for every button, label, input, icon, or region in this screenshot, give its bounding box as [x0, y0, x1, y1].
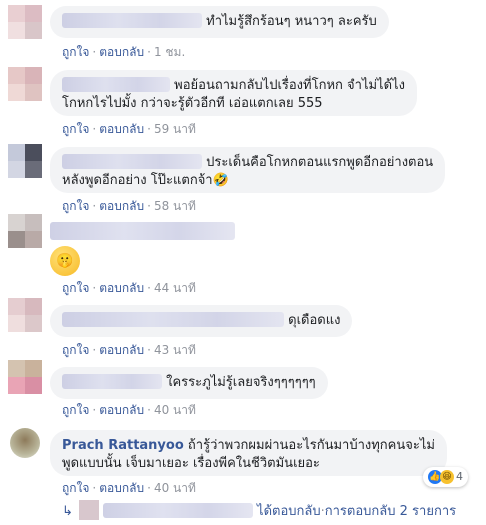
blurred-author-name[interactable]: [62, 13, 202, 28]
reaction-summary[interactable]: 👍 😆 4: [423, 467, 468, 487]
comment-actions: ถูกใจ · ตอบกลับ · 44 นาที: [62, 279, 196, 298]
separator: ·: [147, 45, 151, 59]
blurred-author-name[interactable]: [62, 312, 284, 327]
comment-bubble: Prach Rattanyoo ถ้ารู้ว่าพวกผมผ่านอะไรกั…: [50, 430, 447, 476]
avatar[interactable]: [8, 360, 42, 394]
separator: ·: [92, 199, 97, 213]
shushing-face-emoji-icon: 🤫: [50, 246, 80, 276]
separator: ·: [92, 122, 97, 136]
comment-bubble: [50, 222, 235, 242]
separator: ·: [92, 281, 97, 295]
separator: ·: [147, 281, 151, 295]
reply-link[interactable]: ตอบกลับ: [99, 281, 144, 295]
like-link[interactable]: ถูกใจ: [62, 481, 89, 495]
reaction-count: 4: [456, 470, 463, 483]
reply-arrow-icon: ↳: [62, 504, 73, 519]
reply-link[interactable]: ตอบกลับ: [99, 122, 144, 136]
comment-bubble: ทำไมรู้สึกร้อนๆ หนาวๆ ละครับ: [50, 6, 389, 38]
timestamp[interactable]: 1 ชม.: [154, 45, 185, 59]
comment-actions: ถูกใจ · ตอบกลับ · 58 นาที: [62, 197, 196, 216]
separator: ·: [147, 343, 151, 357]
avatar[interactable]: [8, 67, 42, 101]
like-link[interactable]: ถูกใจ: [62, 122, 89, 136]
comment-bubble: พอย้อนถามกลับไปเรื่องที่โกหก จำไม่ได้ไง …: [50, 70, 417, 116]
like-link[interactable]: ถูกใจ: [62, 281, 89, 295]
comment-bubble: ใครระภูไม่รู้เลยจริงๆๆๆๆๆๆ: [50, 367, 328, 399]
comment-bubble: ดุเดือดแง: [50, 305, 353, 337]
like-link[interactable]: ถูกใจ: [62, 403, 89, 417]
comment-text: ทำไมรู้สึกร้อนๆ หนาวๆ ละครับ: [206, 14, 377, 29]
comment-text: ใครระภูไม่รู้เลยจริงๆๆๆๆๆๆ: [166, 375, 316, 390]
timestamp[interactable]: 40 นาที: [154, 403, 196, 417]
comment-actions: ถูกใจ · ตอบกลับ · 40 นาที: [62, 479, 196, 498]
timestamp[interactable]: 59 นาที: [154, 122, 196, 136]
separator: ·: [92, 343, 97, 357]
comment-text-line1: ถ้ารู้ว่าพวกผมผ่านอะไรกันมาบ้างทุกคนจะไม…: [187, 438, 435, 453]
comment-text-line2: พูดแบบนั้น เจ็บมาเยอะ เรื่องพีคในชีวิตมั…: [62, 456, 320, 471]
replier-avatar: [78, 500, 99, 520]
timestamp[interactable]: 43 นาที: [154, 343, 196, 357]
comment-actions: ถูกใจ · ตอบกลับ · 43 นาที: [62, 341, 196, 360]
comment-text-line2: โกหกไรไปมั้ง กว่าจะรู้ตัวอีกที เอ่อแตกเล…: [62, 96, 323, 111]
blurred-author-name[interactable]: [62, 154, 202, 169]
comment-actions: ถูกใจ · ตอบกลับ · 40 นาที: [62, 401, 196, 420]
view-replies-link[interactable]: ↳ ได้ตอบกลับ·การตอบกลับ 2 รายการ: [62, 500, 456, 521]
rofl-emoji-icon: 🤣: [212, 173, 229, 188]
separator: ·: [147, 122, 151, 136]
like-link[interactable]: ถูกใจ: [62, 45, 89, 59]
separator: ·: [147, 199, 151, 213]
separator: ·: [147, 481, 151, 495]
comment-text-line2: หลังพูดอีกอย่าง โป๊ะแตกจ้า: [62, 173, 213, 188]
avatar[interactable]: [8, 144, 42, 178]
reply-link[interactable]: ตอบกลับ: [99, 45, 144, 59]
replied-label: ได้ตอบกลับ: [257, 504, 321, 519]
like-link[interactable]: ถูกใจ: [62, 199, 89, 213]
reply-link[interactable]: ตอบกลับ: [99, 199, 144, 213]
blurred-replier-name: [102, 503, 253, 518]
like-link[interactable]: ถูกใจ: [62, 343, 89, 357]
replies-count: การตอบกลับ 2 รายการ: [324, 504, 457, 519]
timestamp[interactable]: 44 นาที: [154, 281, 196, 295]
author-name[interactable]: Prach Rattanyoo: [62, 438, 184, 453]
reply-link[interactable]: ตอบกลับ: [99, 343, 144, 357]
comment-text-line1: พอย้อนถามกลับไปเรื่องที่โกหก จำไม่ได้ไง: [174, 78, 405, 93]
blurred-author-name[interactable]: [62, 77, 170, 92]
separator: ·: [92, 45, 97, 59]
separator: ·: [147, 403, 151, 417]
reply-link[interactable]: ตอบกลับ: [99, 403, 144, 417]
blurred-author-name[interactable]: [62, 374, 162, 389]
timestamp[interactable]: 40 นาที: [154, 481, 196, 495]
shushing-face-emoji: 🤫: [56, 253, 74, 269]
separator: ·: [92, 403, 97, 417]
avatar[interactable]: [8, 298, 42, 332]
reply-link[interactable]: ตอบกลับ: [99, 481, 144, 495]
comment-text: ดุเดือดแง: [288, 313, 341, 328]
haha-icon: 😆: [440, 470, 454, 484]
comment-text-line1: ประเด็นคือโกหกตอนแรกพูดอีกอย่างตอน: [206, 155, 434, 170]
avatar[interactable]: [8, 214, 42, 248]
avatar[interactable]: [10, 428, 40, 458]
separator: ·: [92, 481, 97, 495]
timestamp[interactable]: 58 นาที: [154, 199, 196, 213]
avatar[interactable]: [8, 5, 42, 39]
comment-actions: ถูกใจ · ตอบกลับ · 1 ชม.: [62, 43, 185, 62]
comment-bubble: ประเด็นคือโกหกตอนแรกพูดอีกอย่างตอน หลังพ…: [50, 147, 446, 193]
blurred-author-name[interactable]: [50, 222, 235, 240]
comment-actions: ถูกใจ · ตอบกลับ · 59 นาที: [62, 120, 196, 139]
